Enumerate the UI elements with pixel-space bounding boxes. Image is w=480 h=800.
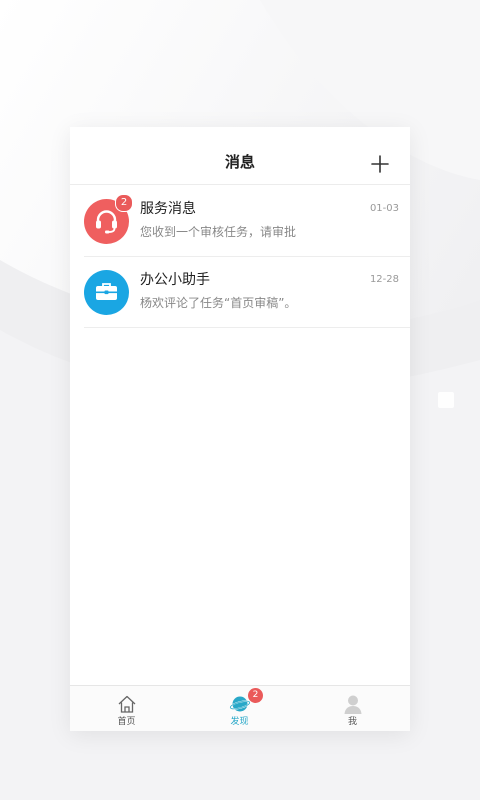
tab-badge: 2 bbox=[248, 688, 263, 703]
page-title: 消息 bbox=[224, 153, 255, 171]
add-button[interactable] bbox=[370, 154, 390, 174]
app-screen: 消息 2 服务消息 您收到一个审核任务，请审批 01-03 办公小助手 杨欢评论… bbox=[70, 127, 410, 731]
nav-bar: 消息 bbox=[70, 127, 410, 185]
user-icon bbox=[344, 695, 361, 714]
message-item-service[interactable]: 2 服务消息 您收到一个审核任务，请审批 01-03 bbox=[70, 186, 410, 257]
briefcase-icon bbox=[96, 283, 117, 300]
message-preview: 您收到一个审核任务，请审批 bbox=[140, 225, 297, 239]
tab-label: 发现 bbox=[230, 717, 249, 727]
tab-label: 首页 bbox=[117, 717, 136, 727]
tab-home[interactable]: 首页 bbox=[70, 686, 183, 731]
message-list: 2 服务消息 您收到一个审核任务，请审批 01-03 办公小助手 杨欢评论了任务… bbox=[70, 186, 410, 328]
message-date: 12-28 bbox=[369, 274, 399, 285]
message-title: 服务消息 bbox=[140, 201, 196, 217]
plus-icon bbox=[371, 155, 389, 173]
home-icon bbox=[118, 695, 135, 713]
message-title: 办公小助手 bbox=[140, 272, 210, 288]
tab-bar: 首页 2 发现 我 bbox=[70, 685, 410, 731]
unread-badge: 2 bbox=[115, 194, 133, 212]
tab-discover[interactable]: 2 发现 bbox=[183, 686, 296, 731]
message-item-assistant[interactable]: 办公小助手 杨欢评论了任务“首页审稿”。 12-28 bbox=[70, 257, 410, 328]
message-date: 01-03 bbox=[369, 203, 399, 214]
service-avatar: 2 bbox=[84, 194, 133, 244]
assistant-avatar bbox=[84, 270, 129, 315]
tab-me[interactable]: 我 bbox=[296, 686, 409, 731]
tab-label: 我 bbox=[347, 717, 357, 727]
message-preview: 杨欢评论了任务“首页审稿”。 bbox=[140, 296, 297, 310]
